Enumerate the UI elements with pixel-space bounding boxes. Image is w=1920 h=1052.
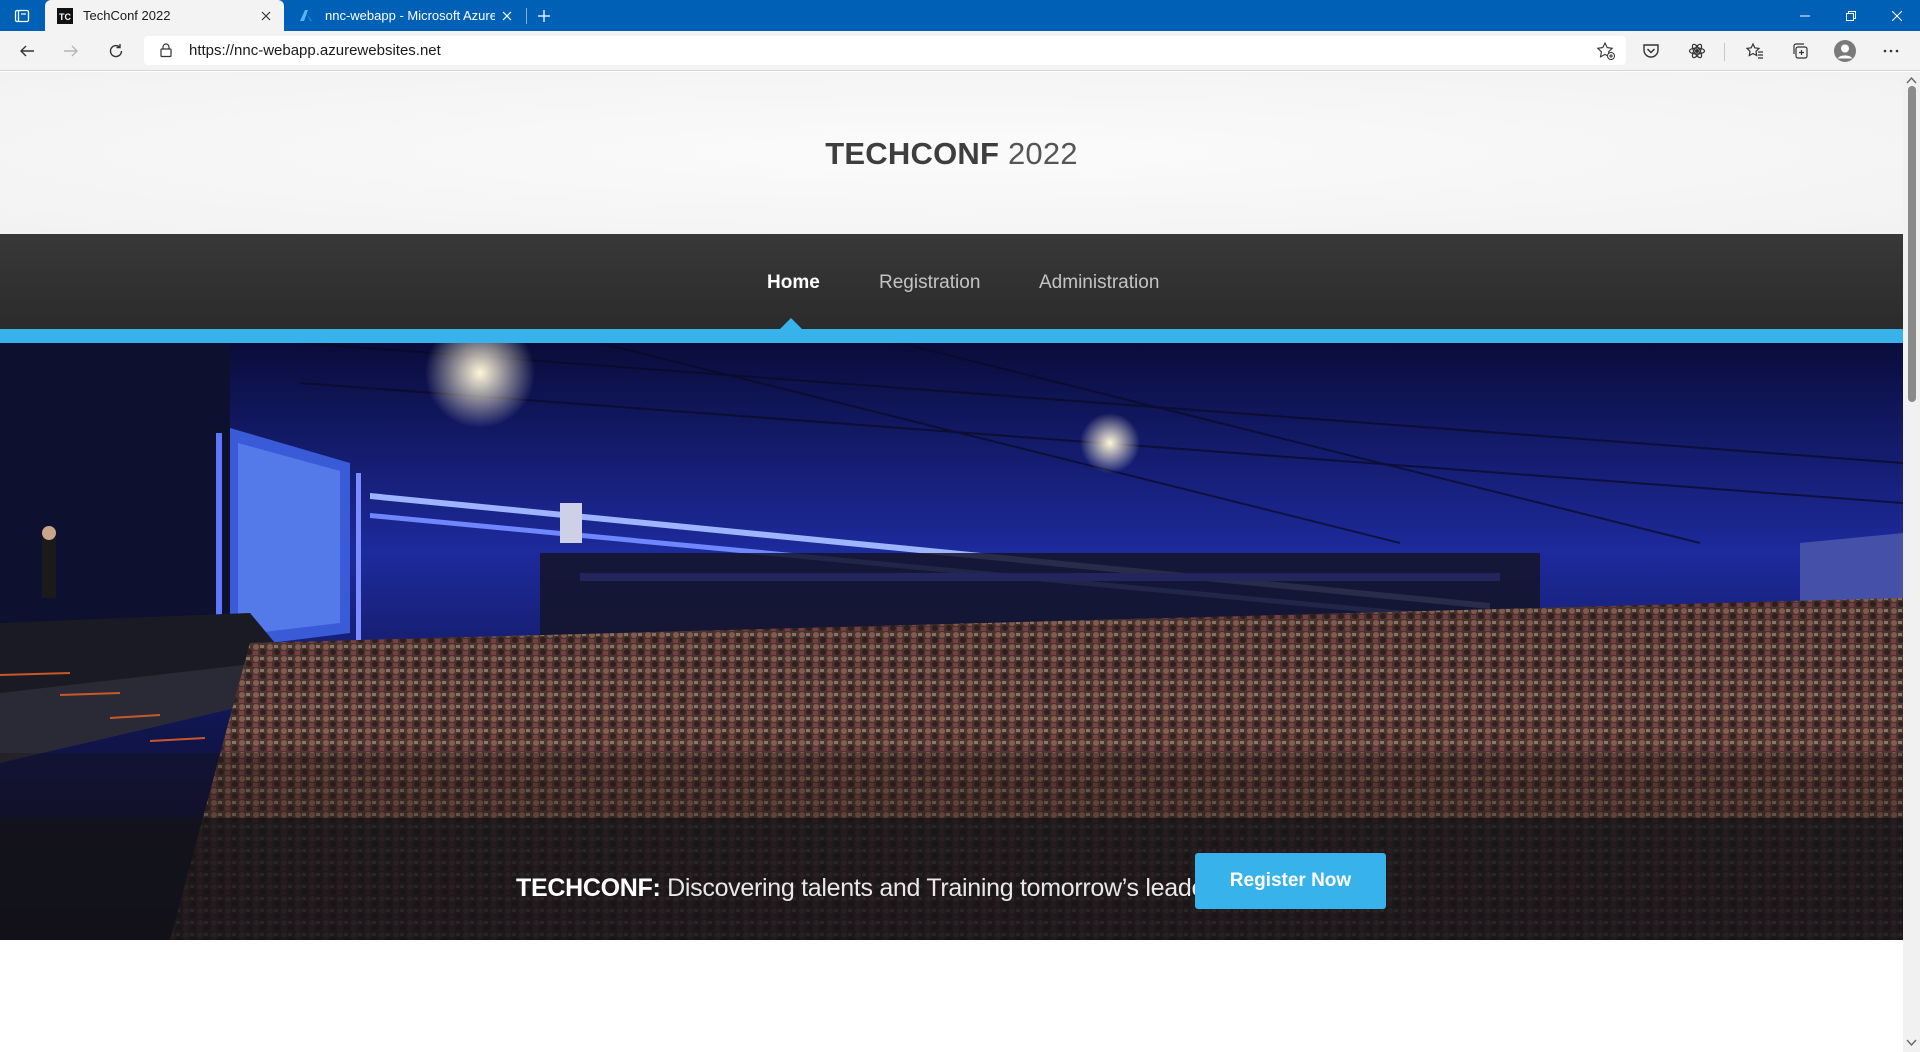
page-viewport: TECHCONF 2022 Home Registration Administ… [0,72,1903,1052]
hero-brand: TECHCONF: [516,874,661,902]
lock-icon[interactable] [158,42,174,58]
url-text[interactable]: https://nnc-webapp.azurewebsites.net [189,42,441,59]
nav-home[interactable]: Home [767,272,820,294]
tab-title: TechConf 2022 [83,8,171,23]
refresh-icon[interactable] [101,37,131,65]
toolbar-divider [1724,43,1725,61]
profile-avatar-icon[interactable] [1830,37,1860,65]
more-options-icon[interactable] [1876,37,1906,65]
main-nav: Home Registration Administration [0,234,1903,329]
close-window-icon[interactable] [1874,0,1920,31]
site-title[interactable]: TECHCONF 2022 [0,136,1903,172]
svg-text:TC: TC [59,12,71,22]
extension-icon[interactable] [1682,37,1712,65]
back-icon[interactable] [12,37,42,65]
nav-active-indicator [780,318,802,329]
scroll-down-icon[interactable] [1906,1038,1917,1047]
nav-registration[interactable]: Registration [879,272,980,294]
address-bar[interactable]: https://nnc-webapp.azurewebsites.net [144,36,1626,65]
add-favorite-icon[interactable] [1596,41,1616,61]
site-header: TECHCONF 2022 [0,72,1903,234]
minimize-icon[interactable] [1782,0,1828,31]
favorites-icon[interactable] [1740,37,1770,65]
tab-separator [526,8,527,24]
accent-stripe [0,329,1903,343]
collections-icon[interactable] [1785,37,1815,65]
close-tab-icon[interactable] [254,4,278,28]
techconf-favicon: TC [57,7,73,24]
tab-azure[interactable]: nnc-webapp - Microsoft Azure [287,0,525,31]
hero-tagline-text: Discovering talents and Training tomorro… [667,874,1226,902]
site-title-bold: TECHCONF [825,136,1000,171]
forward-icon[interactable] [56,37,86,65]
scrollbar-thumb[interactable] [1908,86,1916,402]
page-scrollbar[interactable] [1903,72,1920,1052]
browser-toolbar: https://nnc-webapp.azurewebsites.net [0,31,1920,71]
new-tab-icon[interactable] [532,4,556,28]
register-now-button[interactable]: Register Now [1195,853,1386,909]
restore-icon[interactable] [1828,0,1874,31]
close-tab-icon[interactable] [495,4,519,28]
azure-icon [299,8,315,24]
hero-banner: TECHCONF: Discovering talents and Traini… [0,343,1903,940]
tab-techconf[interactable]: TC TechConf 2022 [45,0,284,31]
nav-administration[interactable]: Administration [1039,272,1159,294]
pocket-icon[interactable] [1636,37,1666,65]
tab-actions-menu-icon[interactable] [13,7,31,25]
tab-title: nnc-webapp - Microsoft Azure [325,8,495,23]
site-title-year: 2022 [1007,136,1078,171]
browser-titlebar: TC TechConf 2022 nnc-webapp - Microsoft … [0,0,1920,31]
hero-tagline: TECHCONF: Discovering talents and Traini… [516,874,1226,903]
scroll-up-icon[interactable] [1906,76,1917,85]
